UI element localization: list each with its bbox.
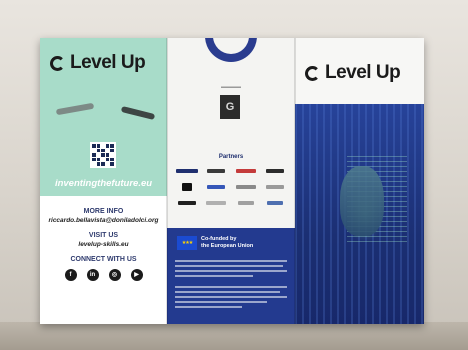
eu-flag-icon: ★★★	[177, 236, 197, 250]
visit-us-heading: VISIT US	[88, 232, 119, 239]
cover-photo	[295, 104, 424, 324]
contact-info: MORE INFO riccardo.bellavista@doniladolc…	[40, 200, 167, 281]
partner-logo	[173, 166, 201, 175]
partner-logo	[262, 198, 290, 207]
brochure-middle-panel: ▬▬▬▬ G Partners ★★★ Co-funded by the Eur…	[167, 38, 295, 324]
partner-logo	[203, 198, 231, 207]
trifold-brochure: Level Up inventingthefuture.eu MORE INFO…	[40, 38, 424, 324]
more-info-heading: MORE INFO	[83, 208, 124, 215]
level-up-logo: Level Up	[305, 62, 401, 84]
partner-logo	[262, 182, 290, 191]
hero-banner: Level Up inventingthefuture.eu	[40, 38, 167, 196]
linkedin-icon: in	[86, 269, 99, 281]
robot-hand-image	[55, 102, 95, 116]
cover-header: Level Up	[295, 38, 424, 104]
level-up-logo-icon	[50, 55, 65, 71]
website-url: levelup-skills.eu	[78, 241, 129, 248]
instagram-icon: ◎	[108, 269, 121, 281]
human-hand-image	[120, 105, 156, 121]
eu-funding-label: Co-funded by the European Union	[201, 236, 254, 249]
person-silhouette-image	[340, 166, 384, 236]
partners-heading: Partners	[218, 154, 244, 160]
level-up-logo-icon	[305, 65, 320, 81]
partner-emblem-icon: G	[220, 95, 240, 119]
brand-name: Level Up	[70, 52, 146, 73]
fold-line	[166, 38, 168, 324]
qr-code-icon	[90, 142, 116, 168]
partner-logo	[203, 182, 231, 191]
connect-heading: CONNECT WITH US	[70, 256, 137, 263]
brand-name: Level Up	[325, 62, 401, 83]
youtube-icon: ▶	[130, 269, 143, 281]
disclaimer-text-graphic	[175, 260, 287, 280]
partner-logos	[173, 166, 289, 207]
social-icons: f in ◎ ▶	[40, 269, 167, 281]
arc-graphic	[205, 38, 257, 62]
small-caption-graphic: ▬▬▬▬	[221, 84, 241, 90]
brochure-left-panel: Level Up inventingthefuture.eu MORE INFO…	[40, 38, 167, 324]
brochure-cover-panel: Level Up	[295, 38, 424, 324]
facebook-icon: f	[64, 269, 77, 281]
partner-logo	[203, 166, 231, 175]
partner-logo	[232, 198, 260, 207]
partner-logo	[173, 182, 201, 191]
funding-block: ★★★ Co-funded by the European Union	[167, 228, 295, 324]
partner-logo	[232, 182, 260, 191]
partner-logo	[173, 198, 201, 207]
partner-logo	[262, 166, 290, 175]
partner-logo	[232, 166, 260, 175]
contact-email: riccardo.bellavista@doniladolci.org	[48, 217, 159, 224]
table-edge	[0, 322, 468, 350]
disclaimer-text-graphic	[175, 286, 287, 311]
level-up-logo: Level Up	[50, 52, 146, 74]
fold-line	[294, 38, 296, 324]
website-tagline: inventingthefuture.eu	[54, 178, 153, 189]
